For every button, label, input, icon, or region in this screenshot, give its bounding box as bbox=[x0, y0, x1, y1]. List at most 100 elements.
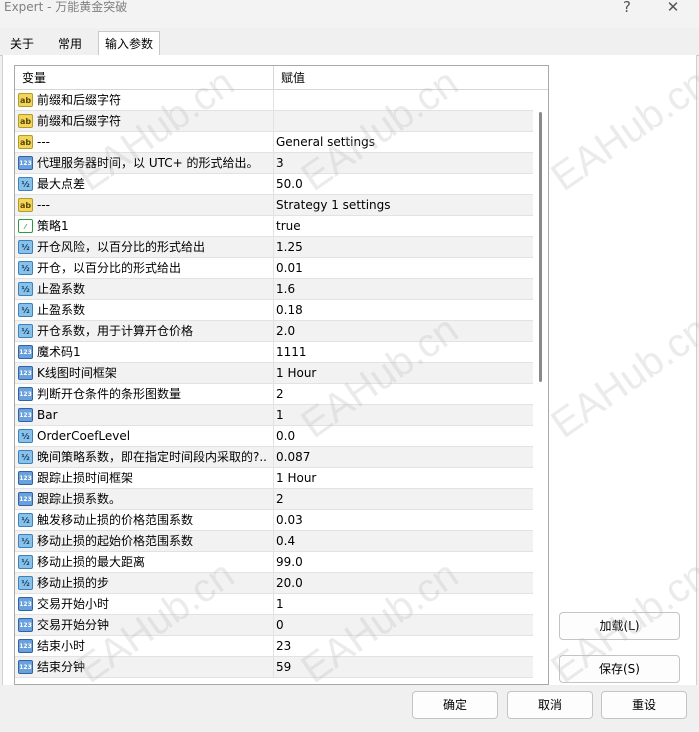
parameter-name: 魔术码1 bbox=[37, 345, 81, 359]
parameter-value[interactable]: 0.4 bbox=[276, 531, 532, 551]
parameter-row[interactable]: 123 魔术码1 1111 bbox=[15, 342, 533, 363]
parameter-row[interactable]: ½ 触发移动止损的价格范围系数 0.03 bbox=[15, 510, 533, 531]
parameter-value[interactable]: 1 bbox=[276, 594, 532, 614]
parameter-value[interactable]: 1 Hour bbox=[276, 363, 532, 383]
double-type-icon: ½ bbox=[18, 240, 33, 254]
help-button[interactable]: ? bbox=[612, 0, 642, 15]
tab-common[interactable]: 常用 bbox=[52, 34, 88, 56]
scrollbar-thumb[interactable] bbox=[539, 112, 542, 382]
parameter-row[interactable]: 123 判断开仓条件的条形图数量 2 bbox=[15, 384, 533, 405]
double-type-icon: ½ bbox=[18, 261, 33, 275]
parameter-row[interactable]: ⁄ 策略1 true bbox=[15, 216, 533, 237]
parameter-value[interactable]: 1 Hour bbox=[276, 468, 532, 488]
parameter-row[interactable]: ab 前缀和后缀字符 bbox=[15, 90, 533, 111]
parameter-value[interactable]: 0.18 bbox=[276, 300, 532, 320]
tab-about[interactable]: 关于 bbox=[4, 34, 40, 56]
parameter-row[interactable]: ½ 开仓风险，以百分比的形式给出 1.25 bbox=[15, 237, 533, 258]
parameter-row[interactable]: ½ 开仓系数，用于计算开仓价格 2.0 bbox=[15, 321, 533, 342]
cell-divider bbox=[273, 279, 274, 300]
parameter-row[interactable]: 123 Bar 1 bbox=[15, 405, 533, 426]
integer-type-icon: 123 bbox=[18, 366, 33, 380]
parameter-row[interactable]: ab --- General settings bbox=[15, 132, 533, 153]
parameter-name: 前缀和后缀字符 bbox=[37, 114, 122, 128]
double-type-icon: ½ bbox=[18, 282, 33, 296]
parameter-value[interactable]: 3 bbox=[276, 153, 532, 173]
parameter-value[interactable]: 0.03 bbox=[276, 510, 532, 530]
title-bar: Expert - 万能黄金突破 ? ✕ bbox=[0, 0, 699, 28]
parameter-name: 前缀和后缀字符 bbox=[37, 93, 122, 107]
cell-divider bbox=[273, 363, 274, 384]
cell-divider bbox=[273, 216, 274, 237]
parameter-row[interactable]: 123 跟踪止损时间框架 1 Hour bbox=[15, 468, 533, 489]
parameter-name: OrderCoefLevel bbox=[37, 429, 131, 443]
parameter-value[interactable] bbox=[276, 111, 532, 131]
parameter-value[interactable]: 0 bbox=[276, 615, 532, 635]
string-type-icon: ab bbox=[18, 135, 33, 149]
column-value-header[interactable]: 赋值 bbox=[274, 66, 305, 90]
parameter-value[interactable]: 2 bbox=[276, 489, 532, 509]
parameter-row[interactable]: 123 跟踪止损系数。 2 bbox=[15, 489, 533, 510]
window-title: Expert - 万能黄金突破 bbox=[4, 0, 128, 14]
vertical-scrollbar[interactable] bbox=[533, 90, 548, 684]
parameter-row[interactable]: ½ 止盈系数 1.6 bbox=[15, 279, 533, 300]
cell-divider bbox=[273, 153, 274, 174]
reset-button[interactable]: 重设 bbox=[601, 691, 687, 719]
cancel-button[interactable]: 取消 bbox=[507, 691, 593, 719]
cell-divider bbox=[273, 342, 274, 363]
parameter-value[interactable]: 1.25 bbox=[276, 237, 532, 257]
parameter-value[interactable]: 2.0 bbox=[276, 321, 532, 341]
cell-divider bbox=[273, 300, 274, 321]
integer-type-icon: 123 bbox=[18, 387, 33, 401]
parameter-row[interactable]: 123 结束小时 23 bbox=[15, 636, 533, 657]
parameter-value[interactable]: 2 bbox=[276, 384, 532, 404]
parameter-row[interactable]: 123 结束分钟 59 bbox=[15, 657, 533, 678]
cell-divider bbox=[273, 552, 274, 573]
parameter-row[interactable]: 123 交易开始分钟 0 bbox=[15, 615, 533, 636]
parameter-row[interactable]: ½ 晚间策略系数，即在指定时间段内采取的?.. 0.087 bbox=[15, 447, 533, 468]
cell-divider bbox=[273, 321, 274, 342]
parameter-row[interactable]: ab --- Strategy 1 settings bbox=[15, 195, 533, 216]
parameter-value[interactable]: 0.0 bbox=[276, 426, 532, 446]
parameter-row[interactable]: ½ 移动止损的起始价格范围系数 0.4 bbox=[15, 531, 533, 552]
parameter-value[interactable]: 23 bbox=[276, 636, 532, 656]
parameter-value[interactable]: 0.087 bbox=[276, 447, 532, 467]
parameter-row[interactable]: 123 代理服务器时间，以 UTC+ 的形式给出。 3 bbox=[15, 153, 533, 174]
parameter-row[interactable]: ½ 最大点差 50.0 bbox=[15, 174, 533, 195]
ok-button[interactable]: 确定 bbox=[412, 691, 498, 719]
parameter-value[interactable]: 1 bbox=[276, 405, 532, 425]
cell-divider bbox=[273, 636, 274, 657]
parameter-name: 结束分钟 bbox=[37, 660, 86, 674]
parameter-value[interactable]: true bbox=[276, 216, 532, 236]
parameter-row[interactable]: ½ OrderCoefLevel 0.0 bbox=[15, 426, 533, 447]
parameter-value[interactable]: 59 bbox=[276, 657, 532, 677]
parameter-value[interactable]: 99.0 bbox=[276, 552, 532, 572]
parameter-value[interactable]: Strategy 1 settings bbox=[276, 195, 532, 215]
integer-type-icon: 123 bbox=[18, 639, 33, 653]
string-type-icon: ab bbox=[18, 114, 33, 128]
parameter-row[interactable]: ½ 开仓，以百分比的形式给出 0.01 bbox=[15, 258, 533, 279]
parameter-row[interactable]: ½ 移动止损的步 20.0 bbox=[15, 573, 533, 594]
parameter-value[interactable]: 0.01 bbox=[276, 258, 532, 278]
parameter-value[interactable]: 50.0 bbox=[276, 174, 532, 194]
parameter-row[interactable]: ½ 止盈系数 0.18 bbox=[15, 300, 533, 321]
parameter-value[interactable]: 20.0 bbox=[276, 573, 532, 593]
parameter-row[interactable]: 123 交易开始小时 1 bbox=[15, 594, 533, 615]
close-button[interactable]: ✕ bbox=[658, 0, 688, 15]
parameter-value[interactable] bbox=[276, 90, 532, 110]
double-type-icon: ½ bbox=[18, 534, 33, 548]
grid-rows: ab 前缀和后缀字符 ab 前缀和后缀字符 ab --- General settings 1… bbox=[15, 90, 533, 678]
tab-inputs[interactable]: 输入参数 bbox=[98, 31, 161, 57]
parameter-value[interactable]: General settings bbox=[276, 132, 532, 152]
parameter-row[interactable]: 123 K线图时间框架 1 Hour bbox=[15, 363, 533, 384]
parameter-row[interactable]: ½ 移动止损的最大距离 99.0 bbox=[15, 552, 533, 573]
integer-type-icon: 123 bbox=[18, 471, 33, 485]
save-button[interactable]: 保存(S) bbox=[559, 655, 680, 683]
column-variable-header[interactable]: 变量 bbox=[15, 66, 46, 90]
cell-divider bbox=[273, 657, 274, 678]
parameter-row[interactable]: ab 前缀和后缀字符 bbox=[15, 111, 533, 132]
load-button[interactable]: 加载(L) bbox=[559, 612, 680, 640]
cell-divider bbox=[273, 258, 274, 279]
parameter-value[interactable]: 1.6 bbox=[276, 279, 532, 299]
parameter-name: 跟踪止损系数。 bbox=[37, 492, 122, 506]
parameter-value[interactable]: 1111 bbox=[276, 342, 532, 362]
